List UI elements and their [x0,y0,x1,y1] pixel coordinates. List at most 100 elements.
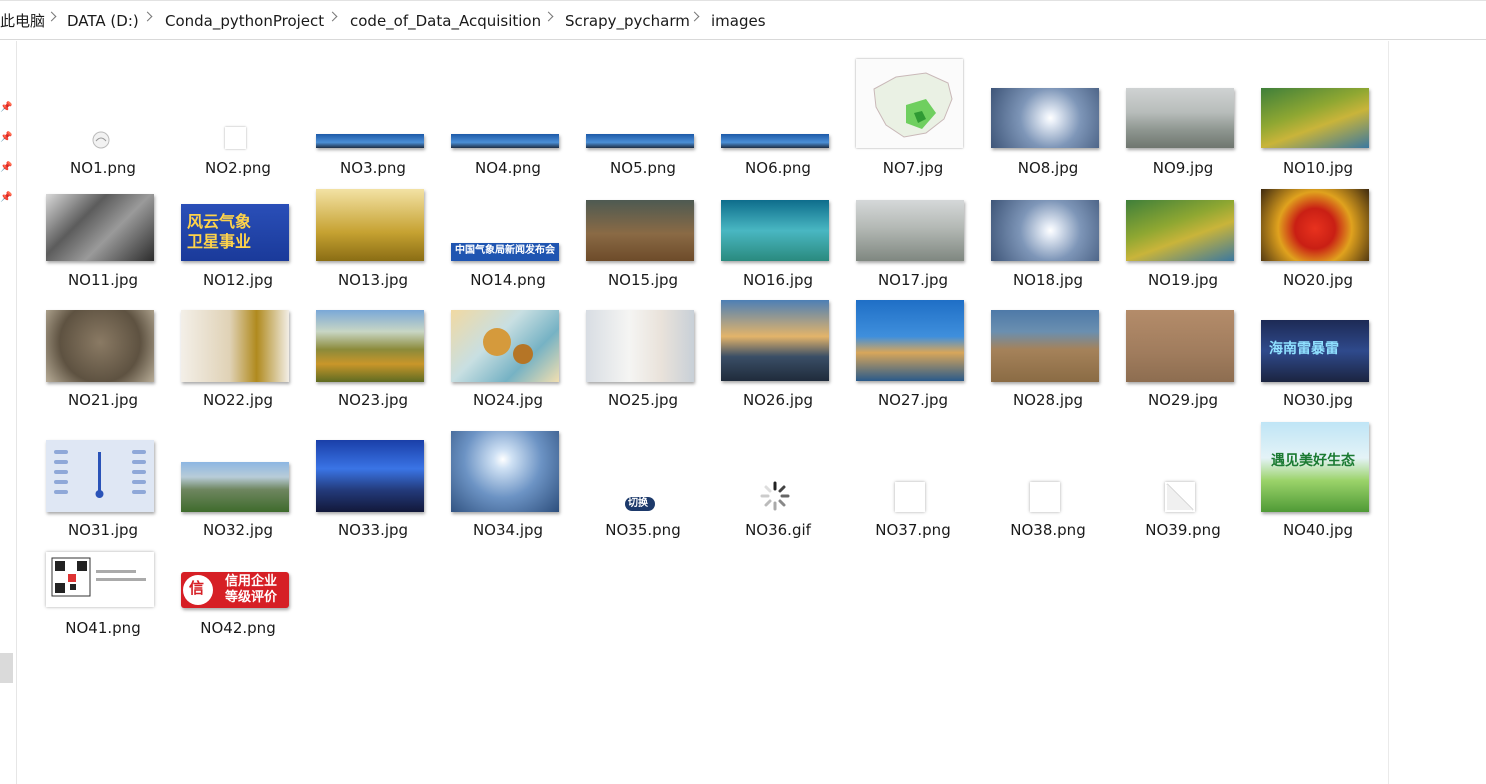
file-item[interactable]: NO23.jpg [310,282,436,409]
file-thumbnail [316,189,424,261]
file-thumbnail [316,134,424,148]
chevron-right-icon[interactable] [327,11,338,22]
file-thumbnail [451,431,559,512]
file-item[interactable]: NO10.jpg [1255,50,1381,177]
nav-pane-scrollbar[interactable] [0,653,13,683]
file-thumbnail: 遇见美好生态 [1261,422,1369,512]
breadcrumb-project[interactable]: Conda_pythonProject [165,11,324,31]
pin-icon[interactable]: 📌 [0,163,12,173]
file-item[interactable]: NO4.png [445,50,571,177]
file-thumbnail [1126,88,1234,148]
file-name: NO41.png [65,619,141,637]
file-item[interactable]: NO6.png [715,50,841,177]
breadcrumb-drive[interactable]: DATA (D:) [67,11,139,31]
file-item[interactable]: 切换 NO35.png [580,412,706,539]
file-item[interactable]: NO41.png [40,510,166,637]
breadcrumb-folder[interactable]: code_of_Data_Acquisition [350,11,541,31]
file-name: NO34.jpg [472,521,544,539]
file-item[interactable]: NO33.jpg [310,412,436,539]
file-item[interactable]: NO15.jpg [580,162,706,289]
file-item[interactable]: NO9.jpg [1120,50,1246,177]
pin-icon[interactable]: 📌 [0,133,12,143]
file-thumbnail [991,200,1099,261]
file-thumbnail [1126,310,1234,382]
file-item[interactable]: 中国气象局新闻发布会 NO14.png [445,162,571,289]
file-thumbnail [181,310,289,382]
file-item[interactable]: NO37.png [850,412,976,539]
chevron-right-icon[interactable] [689,11,700,22]
file-thumbnail [586,200,694,261]
file-item[interactable]: 海南雷暴雷 NO30.jpg [1255,282,1381,409]
file-name: NO25.jpg [607,391,679,409]
file-thumbnail [991,310,1099,382]
file-item[interactable]: NO36.gif [715,412,841,539]
file-item[interactable]: NO39.png [1120,412,1246,539]
file-thumbnail [856,300,964,381]
thumb-text: 海南雷暴雷 [1269,341,1339,357]
file-name: NO22.jpg [202,391,274,409]
file-item[interactable]: NO1.png [40,50,166,177]
chevron-right-icon[interactable] [46,11,57,22]
file-item[interactable]: NO17.jpg [850,162,976,289]
file-item[interactable]: NO7.jpg [850,50,976,177]
thumb-text: 卫星事业 [187,232,252,251]
file-item[interactable]: NO38.png [985,412,1111,539]
file-item[interactable]: NO3.png [310,50,436,177]
file-item[interactable]: NO8.jpg [985,50,1111,177]
file-item[interactable]: NO11.jpg [40,162,166,289]
file-item[interactable]: NO21.jpg [40,282,166,409]
file-thumbnail [181,462,289,512]
chevron-right-icon[interactable] [142,11,153,22]
file-thumbnail [46,552,154,607]
file-thumbnail [1261,88,1369,148]
pin-icon[interactable]: 📌 [0,103,12,113]
file-item[interactable]: NO27.jpg [850,282,976,409]
file-thumbnail [316,440,424,512]
file-item[interactable]: NO20.jpg [1255,162,1381,289]
thumb-text: 信 [189,579,205,597]
file-item[interactable]: 信 信用企业 等级评价 NO42.png [175,510,301,637]
file-item[interactable]: NO25.jpg [580,282,706,409]
thumb-text: 风云气象 [187,212,252,231]
file-thumbnail [316,310,424,382]
file-thumbnail [225,127,246,149]
file-item[interactable]: NO24.jpg [445,282,571,409]
file-thumbnail [1126,200,1234,261]
switch-button: 切换 [625,497,655,511]
navigation-pane: 📌 📌 📌 📌 [0,41,17,784]
file-item[interactable]: NO16.jpg [715,162,841,289]
file-item[interactable]: NO28.jpg [985,282,1111,409]
file-thumbnail [586,310,694,382]
chevron-right-icon[interactable] [543,11,554,22]
address-bar[interactable]: 此电脑 DATA (D:) Conda_pythonProject code_o… [0,0,1486,40]
file-item[interactable]: NO5.png [580,50,706,177]
file-item[interactable]: NO34.jpg [445,412,571,539]
file-name: NO37.png [875,521,951,539]
breadcrumb-this-pc[interactable]: 此电脑 [0,11,45,31]
file-item[interactable]: NO18.jpg [985,162,1111,289]
file-thumbnail [1030,482,1060,512]
file-thumbnail: 信 信用企业 等级评价 [181,572,289,608]
file-item[interactable]: NO26.jpg [715,282,841,409]
file-item[interactable]: NO2.png [175,50,301,177]
breadcrumb-current[interactable]: images [711,11,766,31]
file-item[interactable]: 遇见美好生态 NO40.jpg [1255,412,1381,539]
file-item[interactable]: NO13.jpg [310,162,436,289]
file-item[interactable]: NO22.jpg [175,282,301,409]
file-thumbnail [91,130,111,150]
thumb-text: 遇见美好生态 [1271,453,1355,469]
file-name: NO28.jpg [1012,391,1084,409]
file-thumbnail [46,194,154,261]
file-thumbnail: 海南雷暴雷 [1261,320,1369,382]
file-name: NO33.jpg [337,521,409,539]
file-item[interactable]: NO19.jpg [1120,162,1246,289]
pin-icon[interactable]: 📌 [0,193,12,203]
breadcrumb-subfolder[interactable]: Scrapy_pycharm [565,11,690,31]
file-name: NO35.png [605,521,681,539]
file-thumbnail [856,59,963,148]
file-item[interactable]: NO29.jpg [1120,282,1246,409]
thumb-text: 切换 [628,498,648,509]
loading-spinner-icon [759,480,791,512]
file-thumbnail: 风云气象 卫星事业 [181,204,289,261]
file-item[interactable]: 风云气象 卫星事业 NO12.jpg [175,162,301,289]
